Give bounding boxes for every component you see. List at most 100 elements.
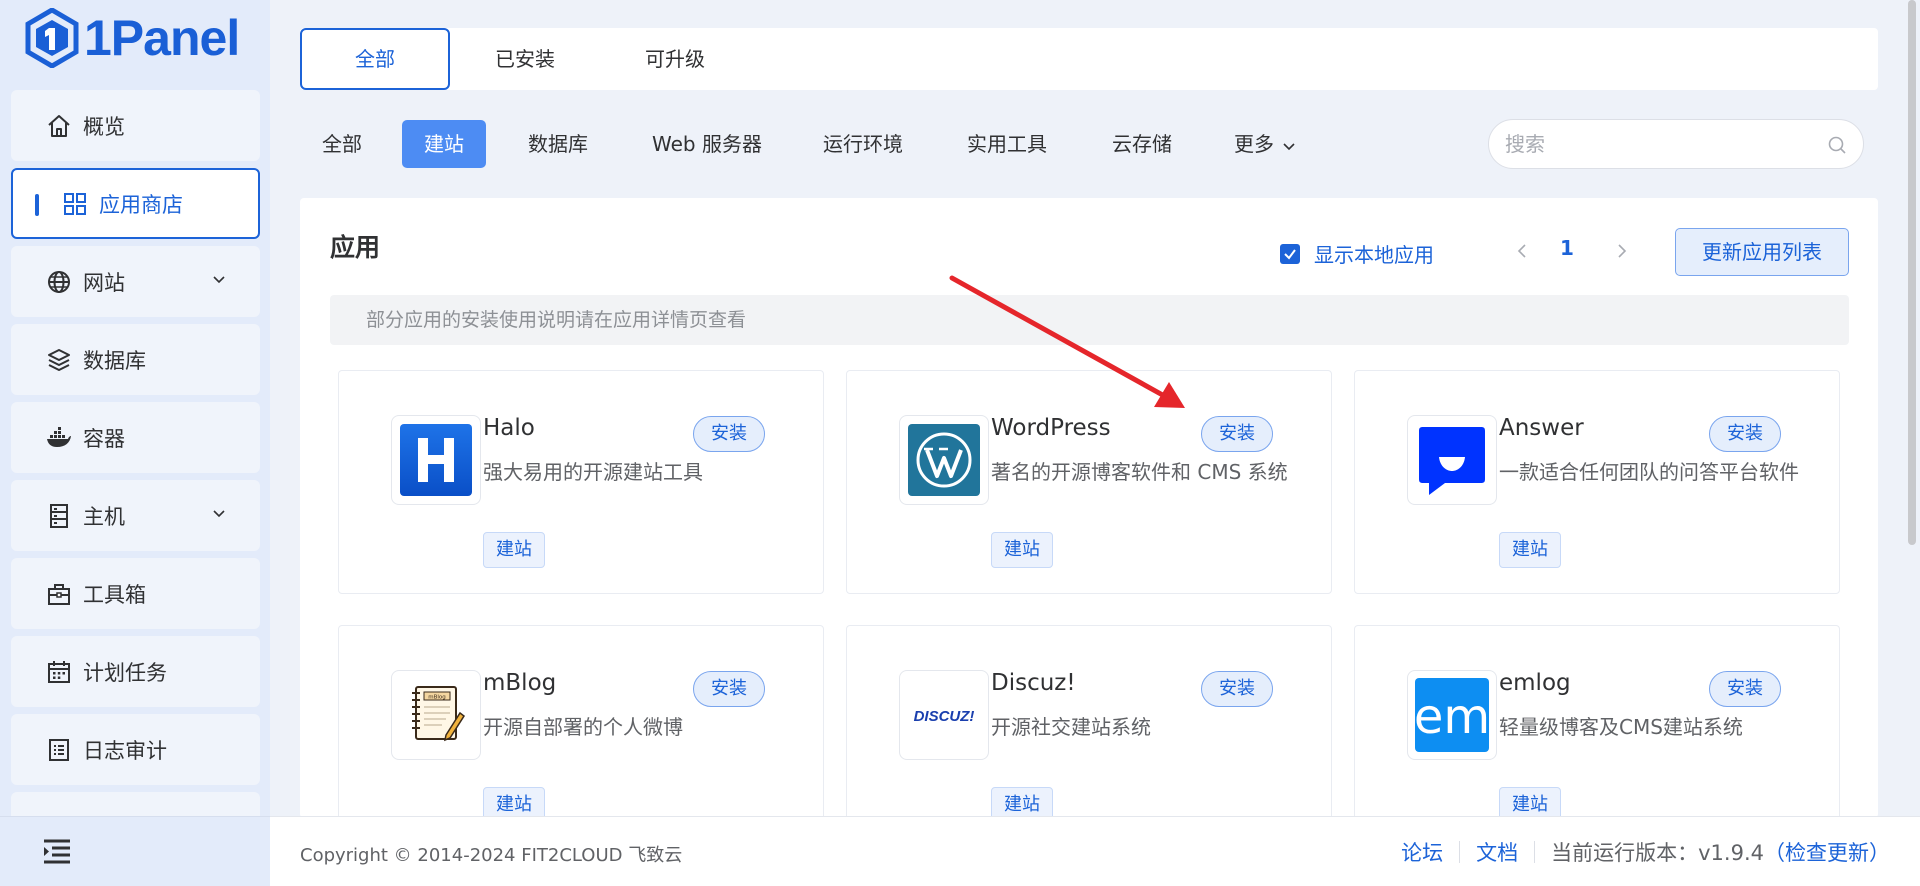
app-tag[interactable]: 建站	[991, 532, 1053, 568]
sidebar-item-log-audit[interactable]: 日志审计	[11, 714, 260, 785]
tab-upgradable[interactable]: 可升级	[600, 28, 750, 90]
version-text: 当前运行版本：v1.9.4	[1551, 841, 1764, 865]
show-local-apps-checkbox[interactable]: 显示本地应用	[1280, 239, 1434, 268]
docs-link[interactable]: 文档	[1476, 837, 1518, 867]
sidebar-item-label: 数据库	[83, 348, 146, 373]
app-description: 一款适合任何团队的问答平台软件	[1499, 460, 1799, 484]
sidebar-item-app-store[interactable]: 应用商店	[11, 168, 260, 239]
app-description: 开源社交建站系统	[991, 715, 1151, 739]
sidebar-item-label: 概览	[83, 114, 125, 139]
app-card-halo[interactable]: Halo 安装 强大易用的开源建站工具 建站	[338, 370, 824, 594]
app-icon: em	[1407, 670, 1497, 760]
search-box	[1488, 119, 1864, 169]
app-tag[interactable]: 建站	[991, 787, 1053, 818]
app-tag[interactable]: 建站	[483, 532, 545, 568]
app-name: Discuz!	[991, 670, 1076, 696]
install-button[interactable]: 安装	[1709, 416, 1781, 452]
svg-text:em: em	[1415, 689, 1489, 745]
chevron-down-icon	[213, 510, 225, 518]
category-runtime[interactable]: 运行环境	[801, 120, 925, 168]
collapse-menu-icon[interactable]	[42, 837, 72, 865]
sidebar-footer	[0, 816, 270, 886]
app-card-answer[interactable]: Answer 安装 一款适合任何团队的问答平台软件 建站	[1354, 370, 1840, 594]
divider	[1459, 841, 1461, 863]
app-icon	[391, 415, 481, 505]
forum-link[interactable]: 论坛	[1401, 837, 1443, 867]
app-name: mBlog	[483, 670, 557, 696]
category-website[interactable]: 建站	[402, 120, 486, 168]
next-page-icon[interactable]	[1612, 242, 1630, 260]
current-page-number[interactable]: 1	[1552, 236, 1582, 260]
sidebar-item-containers[interactable]: 容器	[11, 402, 260, 473]
divider	[1534, 841, 1536, 863]
app-card-discuz[interactable]: DISCUZ! Discuz! 安装 开源社交建站系统 建站	[846, 625, 1332, 818]
globe-icon	[45, 268, 73, 296]
copyright-text: Copyright © 2014-2024 FIT2CLOUD 飞致云	[300, 845, 683, 866]
sidebar-item-label: 容器	[83, 426, 125, 451]
panel-title: 应用	[330, 233, 381, 262]
category-all[interactable]: 全部	[300, 120, 384, 168]
app-description: 开源自部署的个人微博	[483, 715, 683, 739]
chevron-down-icon	[213, 276, 225, 284]
install-button[interactable]: 安装	[1201, 671, 1273, 707]
docker-icon	[45, 424, 73, 452]
mblog-notebook-logo-icon: mBlog	[412, 686, 466, 742]
category-more-dropdown[interactable]: 更多	[1212, 120, 1318, 168]
category-database[interactable]: 数据库	[506, 120, 610, 168]
sidebar-item-toolbox[interactable]: 工具箱	[11, 558, 260, 629]
app-description: 强大易用的开源建站工具	[483, 460, 703, 484]
sidebar-item-label: 工具箱	[83, 582, 146, 607]
sidebar-item-label: 主机	[83, 504, 125, 529]
svg-text:mBlog: mBlog	[428, 695, 446, 701]
install-button[interactable]: 安装	[1201, 416, 1273, 452]
search-icon[interactable]	[1827, 135, 1847, 155]
1panel-logo-icon	[25, 8, 79, 68]
wordpress-logo-icon	[908, 424, 980, 496]
app-description: 轻量级博客及CMS建站系统	[1499, 715, 1743, 739]
refresh-app-list-button[interactable]: 更新应用列表	[1675, 228, 1849, 276]
app-card-mblog[interactable]: mBlog mBlog 安装 开源自部署的个人微博 建站	[338, 625, 824, 818]
sidebar-item-databases[interactable]: 数据库	[11, 324, 260, 395]
answer-logo-icon	[1419, 427, 1485, 495]
app-name: Answer	[1499, 415, 1584, 441]
app-icon	[1407, 415, 1497, 505]
app-card-emlog[interactable]: em emlog 安装 轻量级博客及CMS建站系统 建站	[1354, 625, 1840, 818]
app-list-panel: 应用 显示本地应用 1 更新应用列表 部分应用的安装使用说明请在应用详情页查看 …	[300, 198, 1878, 818]
prev-page-icon[interactable]	[1514, 242, 1532, 260]
active-indicator	[35, 194, 39, 216]
home-icon	[45, 112, 73, 140]
sidebar-item-host[interactable]: 主机	[11, 480, 260, 551]
brand-name: 1Panel	[84, 10, 240, 66]
app-card-wordpress[interactable]: WordPress 安装 著名的开源博客软件和 CMS 系统 建站	[846, 370, 1332, 594]
sidebar-item-cron-jobs[interactable]: 计划任务	[11, 636, 260, 707]
brand-logo[interactable]: 1Panel	[24, 6, 240, 70]
check-update-link[interactable]: （检查更新）	[1764, 837, 1890, 867]
svg-text:DISCUZ!: DISCUZ!	[914, 708, 975, 725]
install-button[interactable]: 安装	[693, 671, 765, 707]
sidebar-item-label: 网站	[83, 270, 125, 295]
sidebar-item-overview[interactable]: 概览	[11, 90, 260, 161]
footer: Copyright © 2014-2024 FIT2CLOUD 飞致云 论坛 文…	[270, 816, 1920, 886]
app-icon	[899, 415, 989, 505]
sidebar-item-label: 日志审计	[83, 738, 167, 763]
app-description: 著名的开源博客软件和 CMS 系统	[991, 460, 1288, 484]
category-tools[interactable]: 实用工具	[945, 120, 1069, 168]
page-scrollbar[interactable]	[1908, 0, 1916, 545]
category-cloud-storage[interactable]: 云存储	[1090, 120, 1194, 168]
app-tag[interactable]: 建站	[483, 787, 545, 818]
app-tag[interactable]: 建站	[1499, 787, 1561, 818]
install-button[interactable]: 安装	[693, 416, 765, 452]
search-input[interactable]	[1505, 120, 1825, 168]
emlog-logo-icon: em	[1415, 678, 1489, 752]
tab-installed[interactable]: 已安装	[450, 28, 600, 90]
app-name: Halo	[483, 415, 535, 441]
sidebar-item-websites[interactable]: 网站	[11, 246, 260, 317]
show-local-apps-label: 显示本地应用	[1314, 243, 1434, 267]
tab-all[interactable]: 全部	[300, 28, 450, 90]
grid-icon	[61, 190, 89, 218]
category-web-server[interactable]: Web 服务器	[630, 120, 784, 168]
install-button[interactable]: 安装	[1709, 671, 1781, 707]
footer-links: 论坛 文档 当前运行版本：v1.9.4 （检查更新）	[1401, 837, 1890, 867]
app-tag[interactable]: 建站	[1499, 532, 1561, 568]
server-icon	[45, 502, 73, 530]
